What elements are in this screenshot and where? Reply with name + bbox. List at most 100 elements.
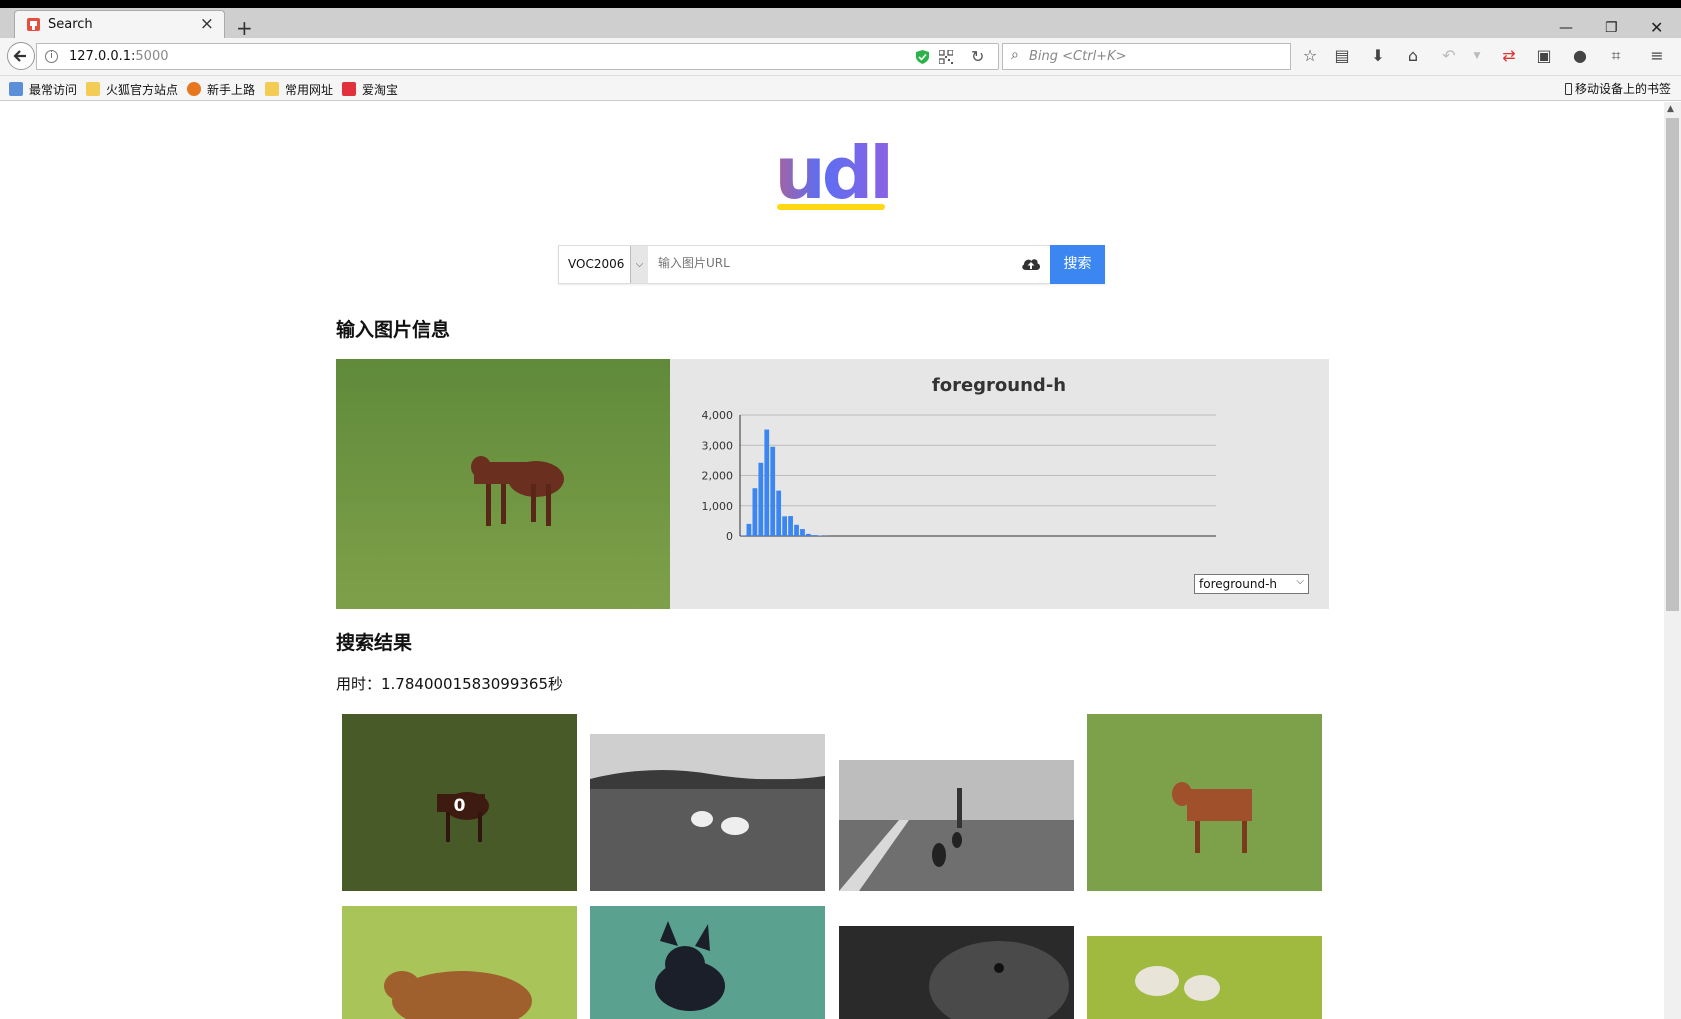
result-image <box>590 906 825 1019</box>
search-results-heading: 搜索结果 <box>336 632 413 654</box>
dataset-select[interactable]: VOC2006 ⌵ <box>559 246 648 283</box>
shield-icon[interactable] <box>916 50 929 64</box>
back-button[interactable] <box>7 42 35 70</box>
result-image <box>839 760 1074 891</box>
bookmark-most-visited[interactable]: 最常访问 <box>9 80 77 98</box>
tab-search[interactable]: Search × <box>14 10 225 38</box>
window-top-strip <box>0 0 1681 8</box>
histogram-bar[interactable] <box>764 429 770 536</box>
result-thumbnail[interactable] <box>590 906 825 1019</box>
bookmark-mobile[interactable]: 移动设备上的书签 <box>1564 80 1671 97</box>
bookmark-aitaobao[interactable]: 爱淘宝 <box>342 80 398 98</box>
address-bar[interactable]: i 127.0.0.1:5000 ↻ <box>36 43 999 70</box>
nudle-logo: nudle <box>773 131 889 213</box>
folder-icon <box>265 82 279 96</box>
svg-text:nudle: nudle <box>773 131 889 213</box>
cloud-upload-icon[interactable] <box>1021 255 1041 273</box>
histogram-bar[interactable] <box>806 533 811 536</box>
elapsed-time: 用时：1.7840001583099365秒 <box>336 675 564 693</box>
bookmark-common-sites[interactable]: 常用网址 <box>265 80 333 98</box>
histogram-bar[interactable] <box>746 523 752 536</box>
result-thumbnail[interactable] <box>590 734 825 891</box>
result-index: 0 <box>453 796 466 816</box>
home-icon[interactable]: ⌂ <box>1404 47 1422 65</box>
y-tick-label: 1,000 <box>702 500 734 513</box>
histogram-bar[interactable] <box>758 462 764 536</box>
restore-icon[interactable]: ❐ <box>1605 20 1618 36</box>
result-image <box>1087 714 1322 891</box>
chat-icon[interactable]: ● <box>1571 47 1589 65</box>
navigation-bar: i 127.0.0.1:5000 ↻ ⌕ Bing <Ctrl+K> ☆ ▤ ⬇… <box>0 38 1681 76</box>
y-tick-label: 3,000 <box>702 439 734 452</box>
mobile-icon <box>1564 82 1572 95</box>
y-tick-label: 4,000 <box>702 409 734 422</box>
result-thumbnail[interactable] <box>839 760 1074 891</box>
most-visited-icon <box>9 82 23 96</box>
folder-icon <box>86 82 100 96</box>
chevron-down-icon[interactable]: ⌵ <box>630 246 648 283</box>
histogram-bar[interactable] <box>752 488 758 536</box>
back-arrow-icon <box>13 50 26 62</box>
search-button[interactable]: 搜索 <box>1050 245 1105 284</box>
input-image <box>336 359 670 609</box>
scrollbar-thumb[interactable] <box>1666 118 1679 611</box>
result-thumbnail[interactable] <box>1087 936 1322 1019</box>
histogram-bar[interactable] <box>788 516 793 536</box>
result-thumbnail[interactable] <box>1087 714 1322 891</box>
histogram-bar[interactable] <box>740 535 746 536</box>
download-icon[interactable]: ⬇ <box>1369 47 1387 65</box>
bookmark-getting-started[interactable]: 新手上路 <box>187 80 255 98</box>
menu-icon[interactable]: ≡ <box>1648 47 1666 65</box>
image-search-form: VOC2006 ⌵ 搜索 <box>558 245 1105 284</box>
histogram-chart: foreground-h 0 1,000 2,000 3,000 4,000 <box>702 375 1216 543</box>
feature-select-value: foreground-h <box>1199 577 1278 591</box>
histogram-bar[interactable] <box>800 529 805 536</box>
minimize-icon[interactable]: — <box>1559 20 1573 36</box>
histogram-bar[interactable] <box>794 524 799 536</box>
favicon-icon <box>27 18 40 31</box>
close-tab-icon[interactable]: × <box>200 14 214 34</box>
histogram-bar[interactable] <box>776 490 782 536</box>
sync-icon[interactable]: ⇄ <box>1500 47 1518 65</box>
result-image <box>342 906 577 1019</box>
crop-icon[interactable]: ⌗ <box>1607 47 1625 65</box>
y-tick-label: 0 <box>726 530 733 543</box>
histogram-bar[interactable] <box>770 446 776 536</box>
search-icon: ⌕ <box>1011 47 1019 63</box>
undo-dropdown-icon[interactable]: ▼ <box>1468 47 1486 65</box>
result-image <box>1087 936 1322 1019</box>
tab-bar: Search × + — ❐ ✕ <box>0 8 1681 38</box>
url-text: 127.0.0.1:5000 <box>69 49 169 64</box>
info-icon[interactable]: i <box>45 50 58 63</box>
result-thumbnail[interactable] <box>342 906 577 1019</box>
undo-icon[interactable]: ↶ <box>1440 47 1458 65</box>
scroll-up-icon[interactable]: ▲ <box>1667 104 1674 114</box>
result-image <box>839 926 1074 1019</box>
tab-title: Search <box>48 17 93 32</box>
input-image-panel: foreground-h 0 1,000 2,000 3,000 4,000 foreg… <box>336 359 1329 609</box>
result-thumbnail[interactable] <box>839 926 1074 1019</box>
reload-icon[interactable]: ↻ <box>971 47 984 66</box>
firefox-icon <box>187 82 201 96</box>
input-image-info-heading: 输入图片信息 <box>336 319 451 341</box>
screenshot-icon[interactable]: ▣ <box>1535 47 1553 65</box>
bookmark-star-icon[interactable]: ☆ <box>1301 47 1319 65</box>
bookmarks-bar: 最常访问 火狐官方站点 新手上路 常用网址 爱淘宝 移动设备上的书签 <box>0 76 1681 101</box>
close-window-icon[interactable]: ✕ <box>1650 18 1663 37</box>
web-search-placeholder: Bing <Ctrl+K> <box>1029 49 1127 64</box>
taobao-icon <box>342 82 356 96</box>
new-tab-icon[interactable]: + <box>236 18 253 38</box>
chart-title: foreground-h <box>932 375 1066 396</box>
reading-list-icon[interactable]: ▤ <box>1333 47 1351 65</box>
web-search-box[interactable]: ⌕ Bing <Ctrl+K> <box>1002 43 1291 70</box>
bookmark-official-site[interactable]: 火狐官方站点 <box>86 80 178 98</box>
chevron-down-icon: ⌵ <box>1296 576 1304 587</box>
result-image <box>590 734 825 891</box>
y-tick-label: 2,000 <box>702 470 734 483</box>
image-url-input[interactable] <box>658 256 958 270</box>
histogram-bar[interactable] <box>782 516 787 536</box>
result-thumbnail[interactable]: 0 <box>342 714 577 891</box>
histogram-bar[interactable] <box>812 535 817 536</box>
feature-select[interactable]: foreground-h ⌵ <box>1194 574 1309 594</box>
qr-code-icon[interactable] <box>939 50 953 64</box>
